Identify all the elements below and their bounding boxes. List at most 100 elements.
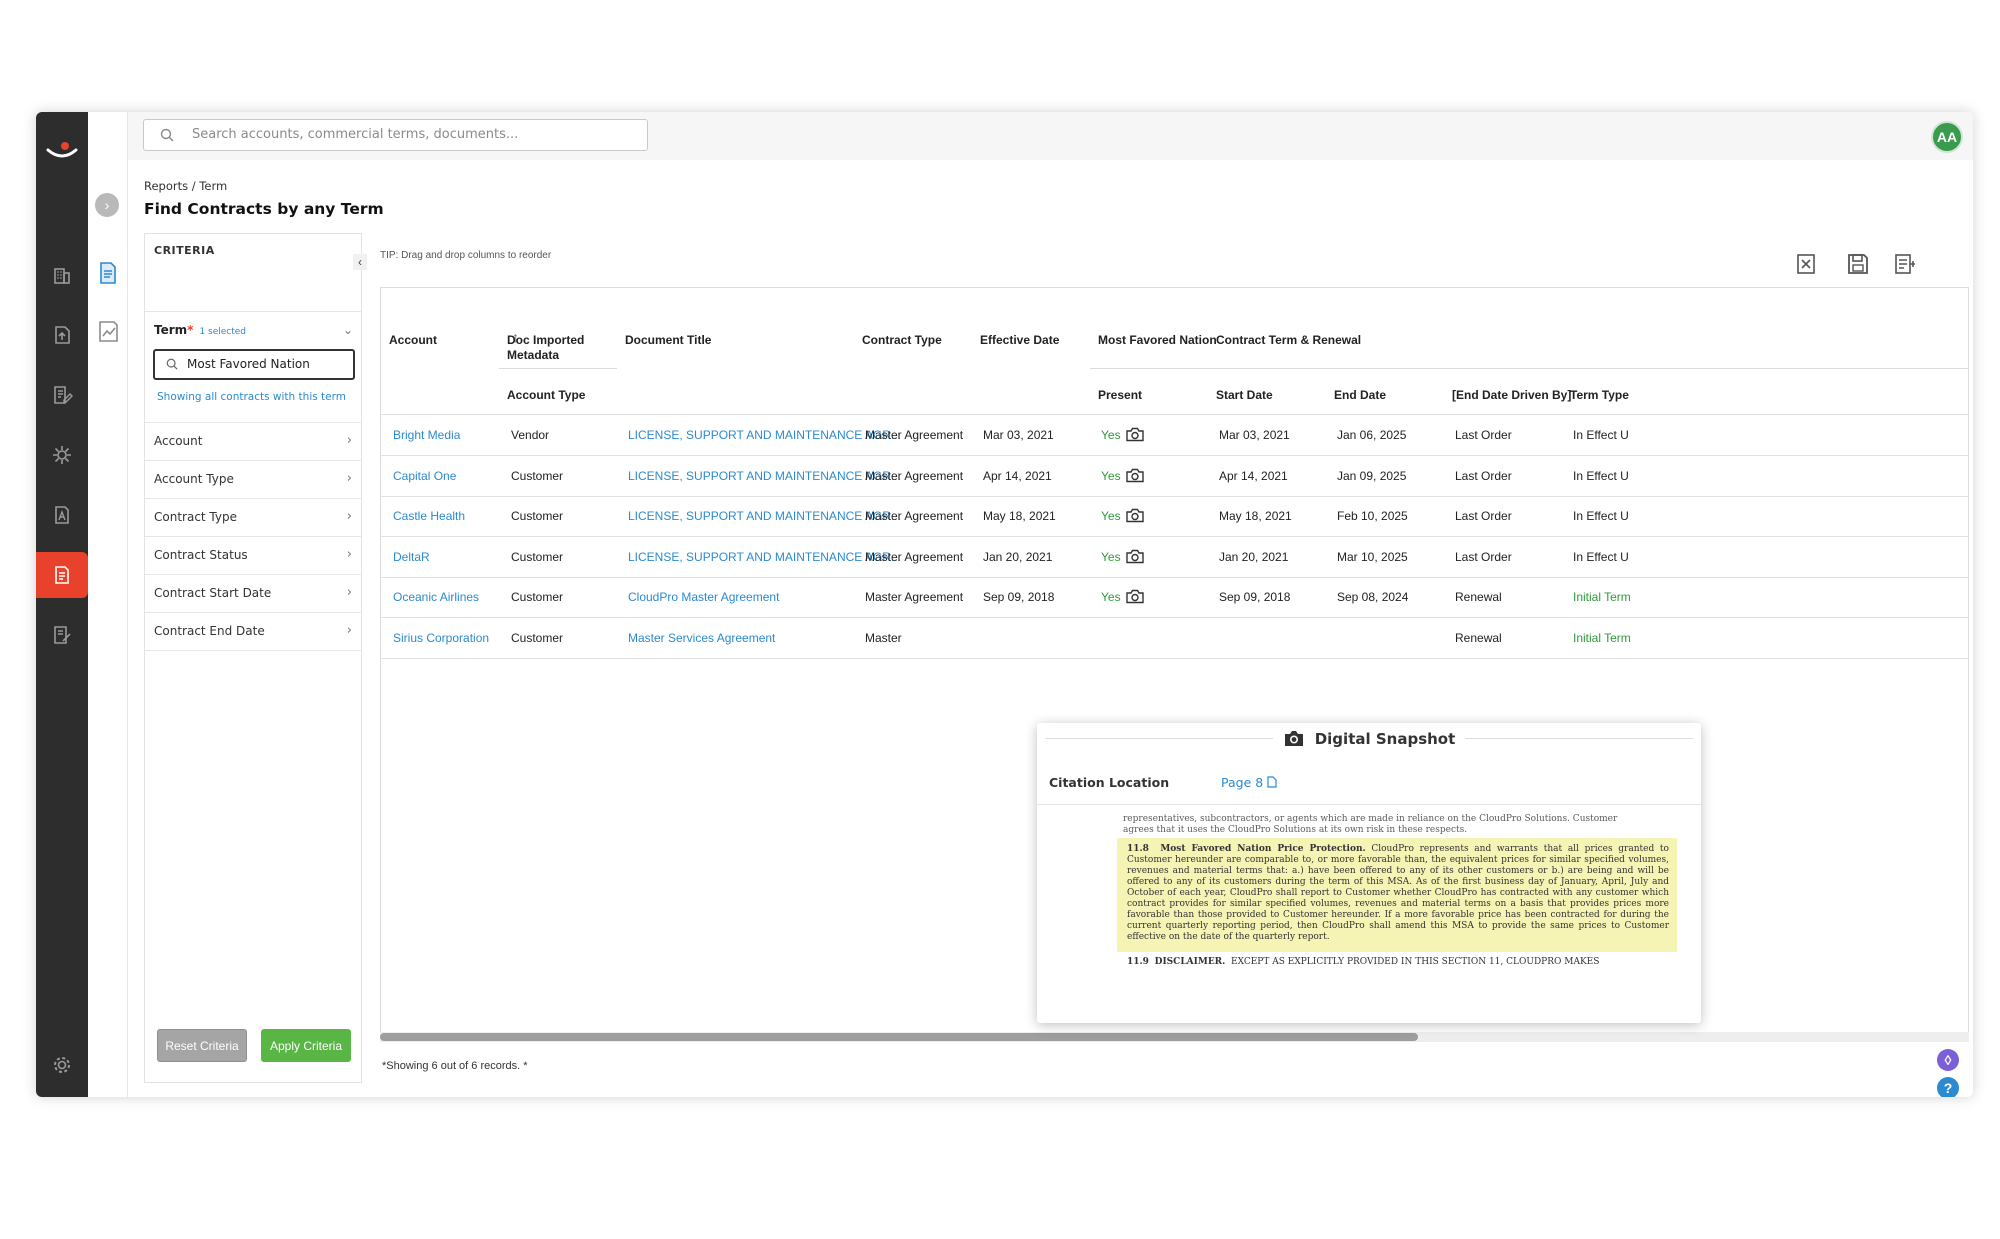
snapshot-camera-icon[interactable] bbox=[1126, 427, 1144, 442]
snapshot-title: Digital Snapshot bbox=[1037, 729, 1701, 748]
snapshot-camera-icon[interactable] bbox=[1126, 589, 1144, 604]
col-header-account[interactable]: Account bbox=[389, 333, 437, 348]
integrations-icon[interactable] bbox=[36, 432, 88, 478]
records-count: *Showing 6 out of 6 records. * bbox=[382, 1060, 528, 1072]
col-header-present[interactable]: Present bbox=[1098, 388, 1142, 403]
term-label[interactable]: Term* 1 selected bbox=[154, 323, 246, 337]
clause-number: 11.8 bbox=[1127, 844, 1149, 854]
criteria-item-contract-status[interactable]: Contract Status › bbox=[145, 536, 361, 574]
cell-start: Mar 03, 2021 bbox=[1219, 428, 1290, 442]
showing-term-link[interactable]: Showing all contracts with this term bbox=[157, 391, 346, 403]
col-header-account-type[interactable]: Account Type bbox=[507, 388, 585, 403]
cell-title[interactable]: LICENSE, SUPPORT AND MAINTENANCE AGR... bbox=[628, 550, 901, 564]
cell-term-type: In Effect U bbox=[1573, 468, 1629, 483]
cell-account[interactable]: DeltaR bbox=[393, 550, 430, 564]
cell-account[interactable]: Capital One bbox=[393, 469, 456, 483]
col-header-mfn[interactable]: Most Favored Nation bbox=[1098, 333, 1217, 348]
chevron-down-icon[interactable]: ⌄ bbox=[343, 323, 353, 337]
col-header-start-date[interactable]: Start Date bbox=[1216, 388, 1273, 403]
table-row[interactable]: Sirius Corporation Customer Master Service… bbox=[381, 618, 1968, 658]
table-row[interactable]: Bright Media Vendor LICENSE, SUPPORT AND M… bbox=[381, 415, 1968, 455]
highlighted-clause: 11.8 Most Favored Nation Price Protectio… bbox=[1117, 838, 1677, 952]
cell-term-type: In Effect U bbox=[1573, 549, 1629, 564]
cell-title[interactable]: CloudPro Master Agreement bbox=[628, 590, 779, 604]
cell-title[interactable]: LICENSE, SUPPORT AND MAINTENANCE AGR... bbox=[628, 509, 901, 523]
snapshot-camera-icon[interactable] bbox=[1126, 468, 1144, 483]
reports-icon[interactable] bbox=[36, 552, 88, 598]
cell-title[interactable]: LICENSE, SUPPORT AND MAINTENANCE AGR... bbox=[628, 469, 901, 483]
edit-document-icon[interactable] bbox=[36, 372, 88, 418]
cell-account-type: Customer bbox=[511, 468, 564, 483]
upload-icon[interactable] bbox=[36, 312, 88, 358]
criteria-item-account[interactable]: Account › bbox=[145, 422, 361, 460]
collapse-panel-icon[interactable]: ‹ bbox=[353, 254, 367, 270]
search-input[interactable]: Search accounts, commercial terms, docum… bbox=[143, 119, 648, 151]
apply-criteria-button[interactable]: Apply Criteria bbox=[261, 1029, 351, 1062]
cell-title[interactable]: Master Services Agreement bbox=[628, 631, 775, 645]
scrollbar-thumb[interactable] bbox=[380, 1033, 1418, 1041]
column-settings-icon[interactable] bbox=[1892, 251, 1918, 277]
search-icon bbox=[160, 128, 174, 142]
table-row[interactable]: Oceanic Airlines Customer CloudPro Master … bbox=[381, 577, 1968, 617]
term-selected-count: 1 selected bbox=[199, 327, 247, 337]
settings-icon[interactable] bbox=[36, 1042, 88, 1088]
document-signature-icon[interactable] bbox=[36, 492, 88, 538]
col-header-end-date-driven[interactable]: [End Date Driven By] bbox=[1452, 388, 1571, 403]
cell-present: Yes bbox=[1101, 549, 1121, 564]
term-input-value: Most Favored Nation bbox=[187, 357, 310, 371]
reset-criteria-button[interactable]: Reset Criteria bbox=[157, 1029, 247, 1062]
cell-driven: Renewal bbox=[1455, 590, 1502, 604]
cell-account[interactable]: Castle Health bbox=[393, 509, 465, 523]
cell-contract-type: Master bbox=[865, 630, 902, 645]
criteria-item-label: Contract Start Date bbox=[154, 586, 272, 600]
table-row[interactable]: Castle Health Customer LICENSE, SUPPORT AN… bbox=[381, 496, 1968, 536]
chevron-right-icon: › bbox=[346, 433, 352, 448]
col-header-end-date[interactable]: End Date bbox=[1334, 388, 1386, 403]
help-icon[interactable]: ? bbox=[1937, 1077, 1959, 1097]
col-header-contract-type[interactable]: Contract Type bbox=[862, 333, 942, 348]
snapshot-camera-icon[interactable] bbox=[1126, 508, 1144, 523]
term-search-input[interactable]: Most Favored Nation bbox=[153, 349, 355, 380]
chevron-right-icon: › bbox=[346, 623, 352, 638]
assistant-icon[interactable]: ◊ bbox=[1937, 1049, 1959, 1071]
breadcrumb[interactable]: Reports / Term bbox=[144, 179, 227, 193]
brand-logo[interactable] bbox=[44, 140, 80, 160]
export-excel-icon[interactable] bbox=[1793, 251, 1819, 277]
citation-page-link[interactable]: Page 8 bbox=[1221, 775, 1277, 790]
compose-icon[interactable] bbox=[36, 612, 88, 658]
clause-heading: Most Favored Nation Price Protection. bbox=[1160, 844, 1366, 854]
cell-title[interactable]: LICENSE, SUPPORT AND MAINTENANCE AGR... bbox=[628, 428, 901, 442]
expand-nav-icon[interactable]: › bbox=[95, 193, 119, 217]
accounts-icon[interactable] bbox=[36, 252, 88, 298]
col-header-term-renewal[interactable]: Contract Term & Renewal bbox=[1216, 333, 1361, 348]
table-row[interactable]: Capital One Customer LICENSE, SUPPORT AND … bbox=[381, 456, 1968, 496]
horizontal-scrollbar[interactable] bbox=[380, 1032, 1969, 1042]
criteria-item-contract-start-date[interactable]: Contract Start Date › bbox=[145, 574, 361, 612]
snapshot-camera-icon[interactable] bbox=[1126, 549, 1144, 564]
divider bbox=[145, 650, 361, 651]
cell-effective: Apr 14, 2021 bbox=[983, 468, 1052, 483]
criteria-item-contract-end-date[interactable]: Contract End Date › bbox=[145, 612, 361, 650]
criteria-item-account-type[interactable]: Account Type › bbox=[145, 460, 361, 498]
snapshot-title-text: Digital Snapshot bbox=[1314, 730, 1456, 748]
excerpt-next-text: 11.9 DISCLAIMER. EXCEPT AS EXPLICITLY PR… bbox=[1127, 957, 1637, 968]
cell-account-type: Customer bbox=[511, 509, 564, 523]
criteria-header: CRITERIA bbox=[154, 244, 215, 257]
save-icon[interactable] bbox=[1845, 251, 1871, 277]
cell-present: Yes bbox=[1101, 590, 1121, 604]
analytics-report-icon[interactable] bbox=[96, 318, 120, 344]
cell-account[interactable]: Sirius Corporation bbox=[393, 631, 489, 645]
cell-account[interactable]: Bright Media bbox=[393, 428, 460, 442]
col-header-effective-date[interactable]: Effective Date bbox=[980, 333, 1059, 348]
col-header-doc-imported[interactable]: Doc Imported Metadata bbox=[507, 333, 597, 363]
avatar[interactable]: AA bbox=[1931, 121, 1963, 153]
term-report-icon[interactable] bbox=[96, 260, 120, 286]
cell-start: May 18, 2021 bbox=[1219, 509, 1292, 523]
criteria-item-contract-type[interactable]: Contract Type › bbox=[145, 498, 361, 536]
col-header-term-type[interactable]: Term Type bbox=[1570, 388, 1629, 403]
table-row[interactable]: DeltaR Customer LICENSE, SUPPORT AND MAINT… bbox=[381, 537, 1968, 577]
cell-end: Jan 09, 2025 bbox=[1337, 468, 1407, 483]
divider bbox=[1090, 368, 1968, 369]
col-header-document-title[interactable]: Document Title bbox=[625, 333, 711, 348]
cell-account[interactable]: Oceanic Airlines bbox=[393, 590, 479, 604]
